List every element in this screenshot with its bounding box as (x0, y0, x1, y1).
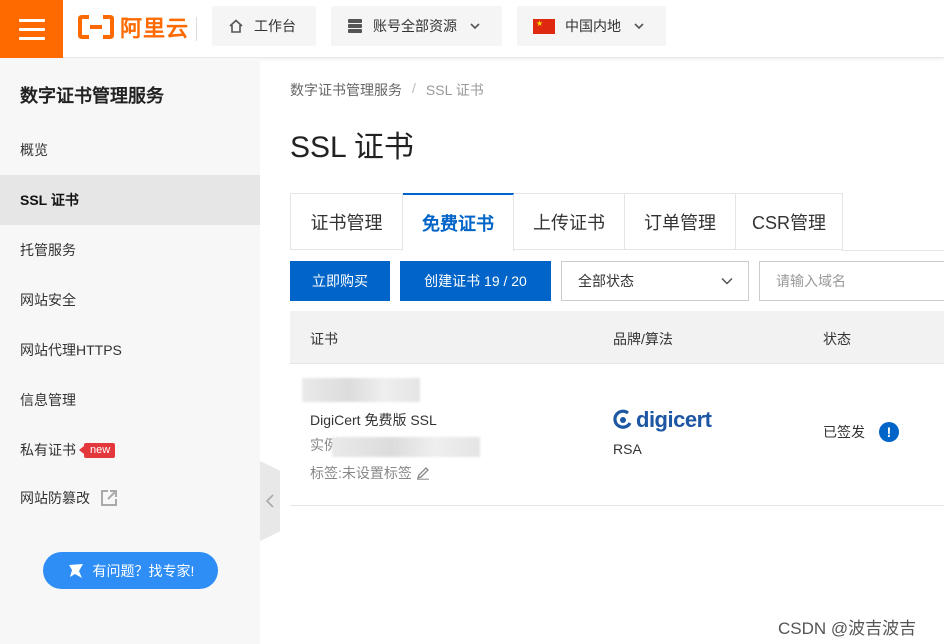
tabs-baseline (842, 250, 944, 251)
domain-search-input[interactable] (759, 261, 944, 301)
ask-expert-button[interactable]: 有问题？找专家! (43, 552, 218, 589)
watermark: CSDN @波吉波吉 (778, 619, 917, 638)
divider (196, 17, 197, 41)
menu-bar-line (18, 27, 45, 31)
sidebar-item-label: 信息管理 (20, 392, 76, 408)
sidebar-item-label: 网站代理HTTPS (20, 342, 122, 358)
edit-pencil-icon[interactable] (416, 466, 430, 480)
chevron-down-icon (467, 18, 483, 34)
redacted-domain (302, 378, 420, 402)
tab-bar: 证书管理 免费证书 上传证书 订单管理 CSR管理 (290, 193, 843, 251)
home-icon (228, 18, 244, 34)
region-dropdown[interactable]: 中国内地 (517, 6, 666, 46)
sidebar-item-label: 网站防篡改 (20, 490, 90, 506)
breadcrumb-parent-link[interactable]: 数字证书管理服务 (290, 80, 402, 100)
sidebar: 数字证书管理服务 概览 SSL 证书 托管服务 网站安全 网站代理HTTPS 信… (0, 58, 260, 644)
column-header-certificate: 证书 (310, 331, 338, 347)
server-stack-icon (347, 18, 363, 34)
column-header-brand-algorithm: 品牌/算法 (613, 331, 673, 347)
breadcrumb-separator: / (412, 80, 416, 96)
redacted-instance-id (332, 437, 480, 457)
table-row: DigiCert 免费版 SSL 实例: 标签:未设置标签 digicert R… (290, 364, 944, 506)
sidebar-item-website-proxy-https[interactable]: 网站代理HTTPS (0, 325, 260, 375)
column-header-status: 状态 (823, 331, 851, 347)
menu-bar-line (18, 36, 45, 40)
sidebar-item-website-security[interactable]: 网站安全 (0, 275, 260, 325)
breadcrumb-current: SSL 证书 (425, 82, 484, 98)
alert-info-icon[interactable]: ! (879, 422, 899, 442)
sidebar-item-label: 概览 (20, 142, 48, 158)
aliyun-logo[interactable]: 阿里云 (78, 11, 189, 43)
buy-now-button[interactable]: 立即购买 (290, 261, 390, 301)
create-certificate-button[interactable]: 创建证书 19 / 20 (400, 261, 551, 301)
sidebar-item-label: 托管服务 (20, 242, 76, 258)
tab-free-certificates[interactable]: 免费证书 (403, 193, 514, 251)
external-link-icon (101, 490, 117, 506)
tab-upload-certificate[interactable]: 上传证书 (514, 193, 625, 250)
certificate-status: 已签发 ! (823, 422, 899, 442)
tab-label: 证书管理 (310, 212, 383, 233)
sidebar-item-label: 网站安全 (20, 292, 76, 308)
workbench-button[interactable]: 工作台 (212, 6, 316, 46)
resources-label: 账号全部资源 (373, 18, 457, 34)
sidebar-item-website-tamper-protection[interactable]: 网站防篡改 (0, 473, 260, 523)
hamburger-menu-button[interactable] (0, 0, 63, 58)
sidebar-item-private-certificates[interactable]: 私有证书 new (0, 425, 260, 475)
digicert-logo-icon (613, 409, 632, 429)
tab-order-management[interactable]: 订单管理 (625, 193, 736, 250)
tab-label: 上传证书 (533, 212, 605, 233)
brand-name: 阿里云 (120, 16, 190, 41)
sidebar-item-label: SSL 证书 (20, 192, 79, 208)
top-navigation-bar: 阿里云 工作台 账号全部资源 中国内地 (0, 0, 944, 58)
sidebar-title: 数字证书管理服务 (20, 86, 164, 106)
sidebar-collapse-handle[interactable] (260, 461, 280, 541)
tags-label: 标签:未设置标签 (310, 465, 412, 481)
breadcrumb: 数字证书管理服务 / SSL 证书 (290, 80, 484, 100)
chevron-down-icon (721, 277, 733, 285)
tab-certificate-management[interactable]: 证书管理 (290, 193, 403, 250)
sidebar-item-managed-service[interactable]: 托管服务 (0, 225, 260, 275)
tab-label: 免费证书 (422, 214, 494, 234)
status-filter-value: 全部状态 (578, 273, 634, 289)
certificate-algorithm: RSA (613, 441, 642, 457)
china-flag-icon (533, 18, 555, 34)
sidebar-item-label: 私有证书 (20, 442, 76, 458)
account-resources-dropdown[interactable]: 账号全部资源 (331, 6, 502, 46)
status-text: 已签发 (823, 424, 865, 440)
table-header: 证书 品牌/算法 状态 (290, 311, 944, 364)
digicert-logo: digicert (612, 406, 712, 434)
status-filter-select[interactable]: 全部状态 (561, 261, 749, 301)
ask-expert-label: 有问题？找专家! (92, 562, 195, 579)
tab-label: CSR管理 (751, 212, 826, 233)
tab-label: 订单管理 (644, 212, 716, 233)
workbench-label: 工作台 (254, 18, 296, 34)
tab-csr-management[interactable]: CSR管理 (736, 193, 843, 250)
aliyun-logo-icon (78, 15, 114, 39)
sidebar-item-info-management[interactable]: 信息管理 (0, 375, 260, 425)
chevron-left-icon (266, 494, 274, 508)
sidebar-item-ssl-certificates[interactable]: SSL 证书 (0, 175, 260, 225)
page-title: SSL 证书 (290, 131, 414, 164)
certificate-tags[interactable]: 标签:未设置标签 (310, 463, 430, 483)
new-badge: new (78, 442, 116, 458)
brand-name: digicert (636, 407, 712, 432)
chevron-down-icon (631, 18, 647, 34)
menu-bar-line (18, 18, 45, 22)
certificate-name: DigiCert 免费版 SSL (310, 412, 437, 428)
sidebar-item-overview[interactable]: 概览 (0, 125, 260, 175)
expert-icon (68, 563, 83, 578)
region-label: 中国内地 (565, 18, 621, 34)
